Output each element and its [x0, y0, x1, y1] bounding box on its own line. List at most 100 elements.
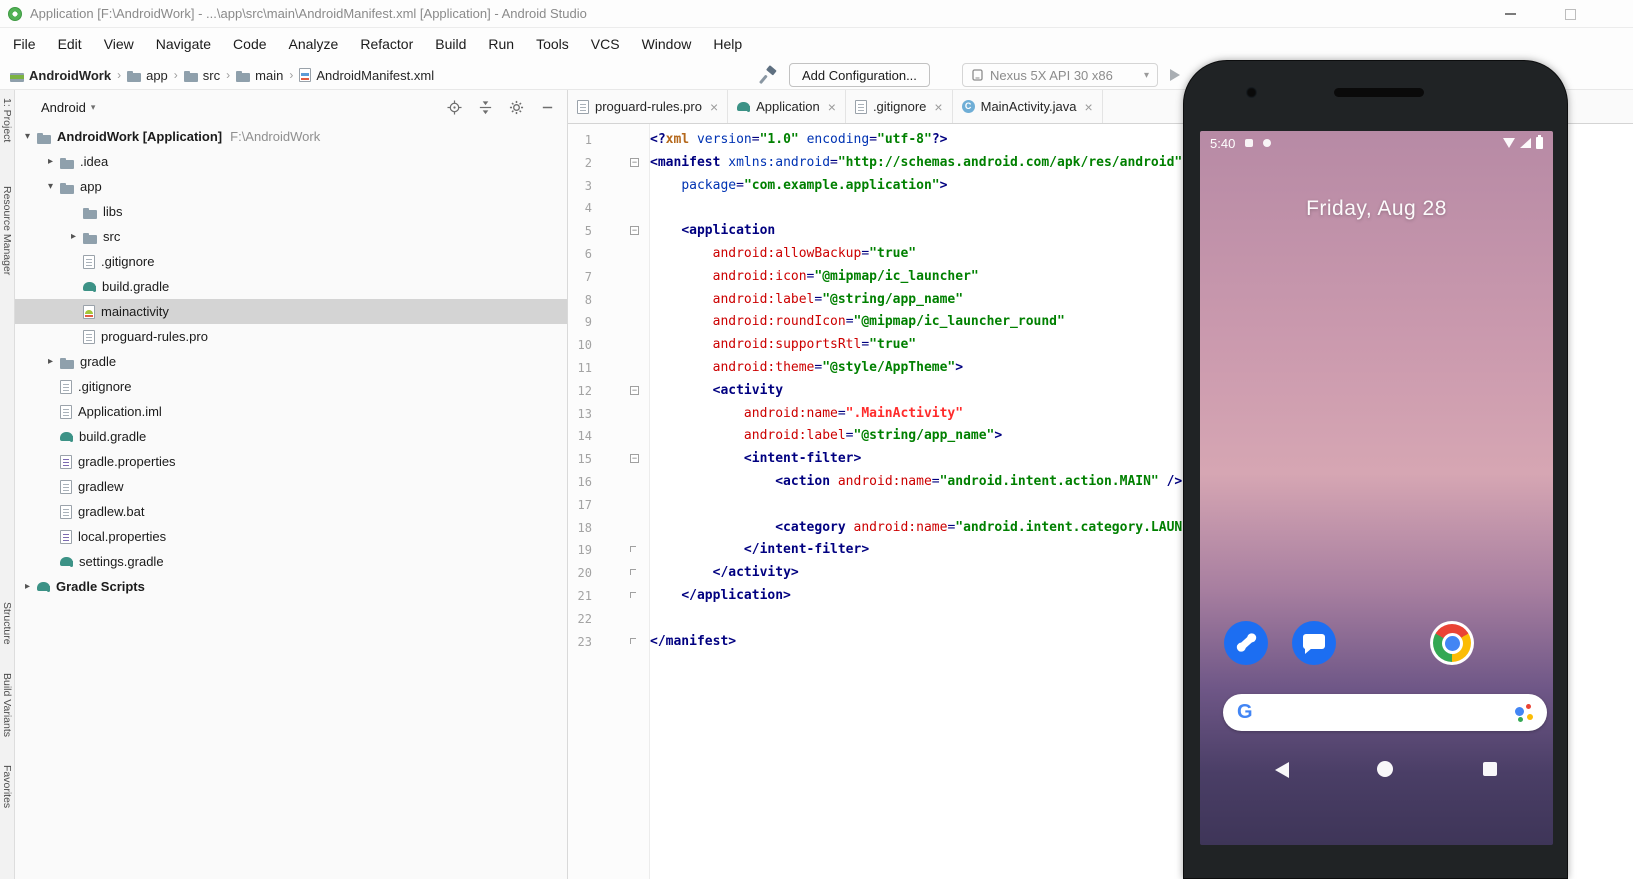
- breadcrumb-item[interactable]: app: [127, 68, 168, 83]
- close-icon[interactable]: ×: [1084, 99, 1092, 115]
- fold-end-icon[interactable]: [630, 637, 636, 644]
- fold-minus-icon[interactable]: −: [630, 157, 639, 167]
- breadcrumb-item[interactable]: src: [183, 68, 220, 83]
- phone-app-icon[interactable]: [1224, 621, 1268, 665]
- device-selector-dropdown[interactable]: Nexus 5X API 30 x86 ▾: [962, 63, 1158, 87]
- line-number: 6: [584, 246, 592, 261]
- menu-item-analyze[interactable]: Analyze: [278, 28, 350, 60]
- gutter-line: 3: [568, 175, 649, 198]
- tree-item-label: .gitignore: [78, 379, 132, 394]
- tool-stripe-button[interactable]: Resource Manager: [1, 186, 13, 275]
- menu-item-help[interactable]: Help: [702, 28, 753, 60]
- tree-item[interactable]: ▸ gradle: [15, 349, 567, 374]
- menu-item-run[interactable]: Run: [477, 28, 525, 60]
- fold-minus-icon[interactable]: −: [630, 226, 639, 236]
- menu-item-vcs[interactable]: VCS: [580, 28, 631, 60]
- editor-tab[interactable]: Application ×: [728, 90, 846, 123]
- tree-item[interactable]: build.gradle: [15, 274, 567, 299]
- menu-item-view[interactable]: View: [93, 28, 145, 60]
- tree-item[interactable]: ▾ AndroidWork [Application] F:\AndroidWork: [15, 124, 567, 149]
- tree-item[interactable]: proguard-rules.pro: [15, 324, 567, 349]
- minimize-window-icon[interactable]: [1499, 6, 1521, 22]
- tree-item[interactable]: ▸ .idea: [15, 149, 567, 174]
- close-icon[interactable]: ×: [934, 99, 942, 115]
- chevron-right-icon[interactable]: ▸: [44, 356, 57, 367]
- tree-item[interactable]: local.properties: [15, 524, 567, 549]
- tree-item[interactable]: mainactivity: [15, 299, 567, 324]
- editor-tab[interactable]: proguard-rules.pro ×: [568, 90, 729, 123]
- tree-item[interactable]: build.gradle: [15, 424, 567, 449]
- menu-item-tools[interactable]: Tools: [525, 28, 580, 60]
- gutter-line: 20: [568, 562, 649, 585]
- line-number: 17: [577, 497, 592, 512]
- app-dock: [1200, 621, 1553, 667]
- project-view-selector[interactable]: Android ▾: [41, 100, 95, 115]
- tree-item[interactable]: gradle.properties: [15, 449, 567, 474]
- menu-item-edit[interactable]: Edit: [47, 28, 93, 60]
- breadcrumb-item[interactable]: AndroidManifest.xml: [299, 68, 434, 83]
- assistant-mic-icon[interactable]: [1515, 703, 1533, 722]
- code-token: </application>: [681, 587, 791, 603]
- menu-item-build[interactable]: Build: [424, 28, 477, 60]
- menu-item-code[interactable]: Code: [222, 28, 277, 60]
- locate-file-button[interactable]: [446, 99, 462, 115]
- fold-end-icon[interactable]: [630, 591, 636, 598]
- emulator-screen[interactable]: 5:40 Friday, Aug 28 G: [1200, 131, 1553, 845]
- menu-item-file[interactable]: File: [2, 28, 47, 60]
- chrome-app-icon[interactable]: [1430, 621, 1474, 665]
- settings-gear-icon[interactable]: [508, 99, 524, 115]
- tool-stripe-button[interactable]: Structure: [1, 602, 13, 645]
- chevron-right-icon[interactable]: ▸: [67, 231, 80, 242]
- tree-item[interactable]: Application.iml: [15, 399, 567, 424]
- fold-minus-icon[interactable]: −: [630, 385, 639, 395]
- fold-end-icon[interactable]: [630, 546, 636, 553]
- gutter-line: 16: [568, 471, 649, 494]
- chevron-down-icon[interactable]: ▾: [44, 181, 57, 192]
- breadcrumb-item[interactable]: AndroidWork: [10, 68, 111, 83]
- chevron-right-icon[interactable]: ▸: [21, 581, 34, 592]
- tool-stripe-button[interactable]: Build Variants: [1, 673, 13, 737]
- fold-minus-icon[interactable]: −: [630, 454, 639, 464]
- tool-stripe-button[interactable]: 1: Project: [1, 98, 13, 142]
- hide-panel-icon[interactable]: [539, 99, 555, 115]
- menu-item-window[interactable]: Window: [631, 28, 703, 60]
- tree-item[interactable]: gradlew: [15, 474, 567, 499]
- back-button[interactable]: [1275, 762, 1289, 778]
- close-icon[interactable]: ×: [710, 99, 718, 115]
- tree-item[interactable]: settings.gradle: [15, 549, 567, 574]
- tree-item[interactable]: ▸ Gradle Scripts: [15, 574, 567, 599]
- front-camera-icon: [1246, 87, 1257, 98]
- gutter-line: 15 −: [568, 448, 649, 471]
- tree-item[interactable]: gradlew.bat: [15, 499, 567, 524]
- messages-app-icon[interactable]: [1292, 621, 1336, 665]
- tree-item[interactable]: .gitignore: [15, 249, 567, 274]
- menu-item-navigate[interactable]: Navigate: [145, 28, 222, 60]
- run-button[interactable]: [1170, 69, 1180, 81]
- google-search-bar[interactable]: G: [1223, 694, 1547, 731]
- tree-item[interactable]: libs: [15, 199, 567, 224]
- fold-end-icon[interactable]: [630, 569, 636, 576]
- emulator-window: 5:40 Friday, Aug 28 G: [1183, 60, 1568, 879]
- tree-item[interactable]: ▾ app: [15, 174, 567, 199]
- chevron-down-icon[interactable]: ▾: [21, 131, 34, 142]
- folder-icon: [236, 68, 251, 82]
- editor-tab[interactable]: MainActivity.java ×: [953, 90, 1103, 123]
- code-token: <?: [650, 132, 666, 147]
- build-hammer-icon[interactable]: [758, 64, 780, 86]
- tree-item[interactable]: ▸ src: [15, 224, 567, 249]
- menu-item-refactor[interactable]: Refactor: [349, 28, 424, 60]
- folder-icon: [37, 130, 51, 144]
- code-token: "@string/app_name": [853, 428, 995, 444]
- tool-stripe-button[interactable]: Favorites: [1, 765, 13, 808]
- tree-item[interactable]: .gitignore: [15, 374, 567, 399]
- gutter-line: 23: [568, 631, 649, 654]
- maximize-window-icon[interactable]: [1559, 6, 1581, 22]
- recents-button[interactable]: [1483, 762, 1497, 776]
- add-configuration-button[interactable]: Add Configuration...: [789, 63, 930, 87]
- collapse-all-button[interactable]: [477, 99, 493, 115]
- home-button[interactable]: [1377, 761, 1393, 777]
- breadcrumb-item[interactable]: main: [236, 68, 283, 83]
- close-icon[interactable]: ×: [828, 99, 836, 115]
- chevron-right-icon[interactable]: ▸: [44, 156, 57, 167]
- editor-tab[interactable]: .gitignore ×: [846, 90, 953, 123]
